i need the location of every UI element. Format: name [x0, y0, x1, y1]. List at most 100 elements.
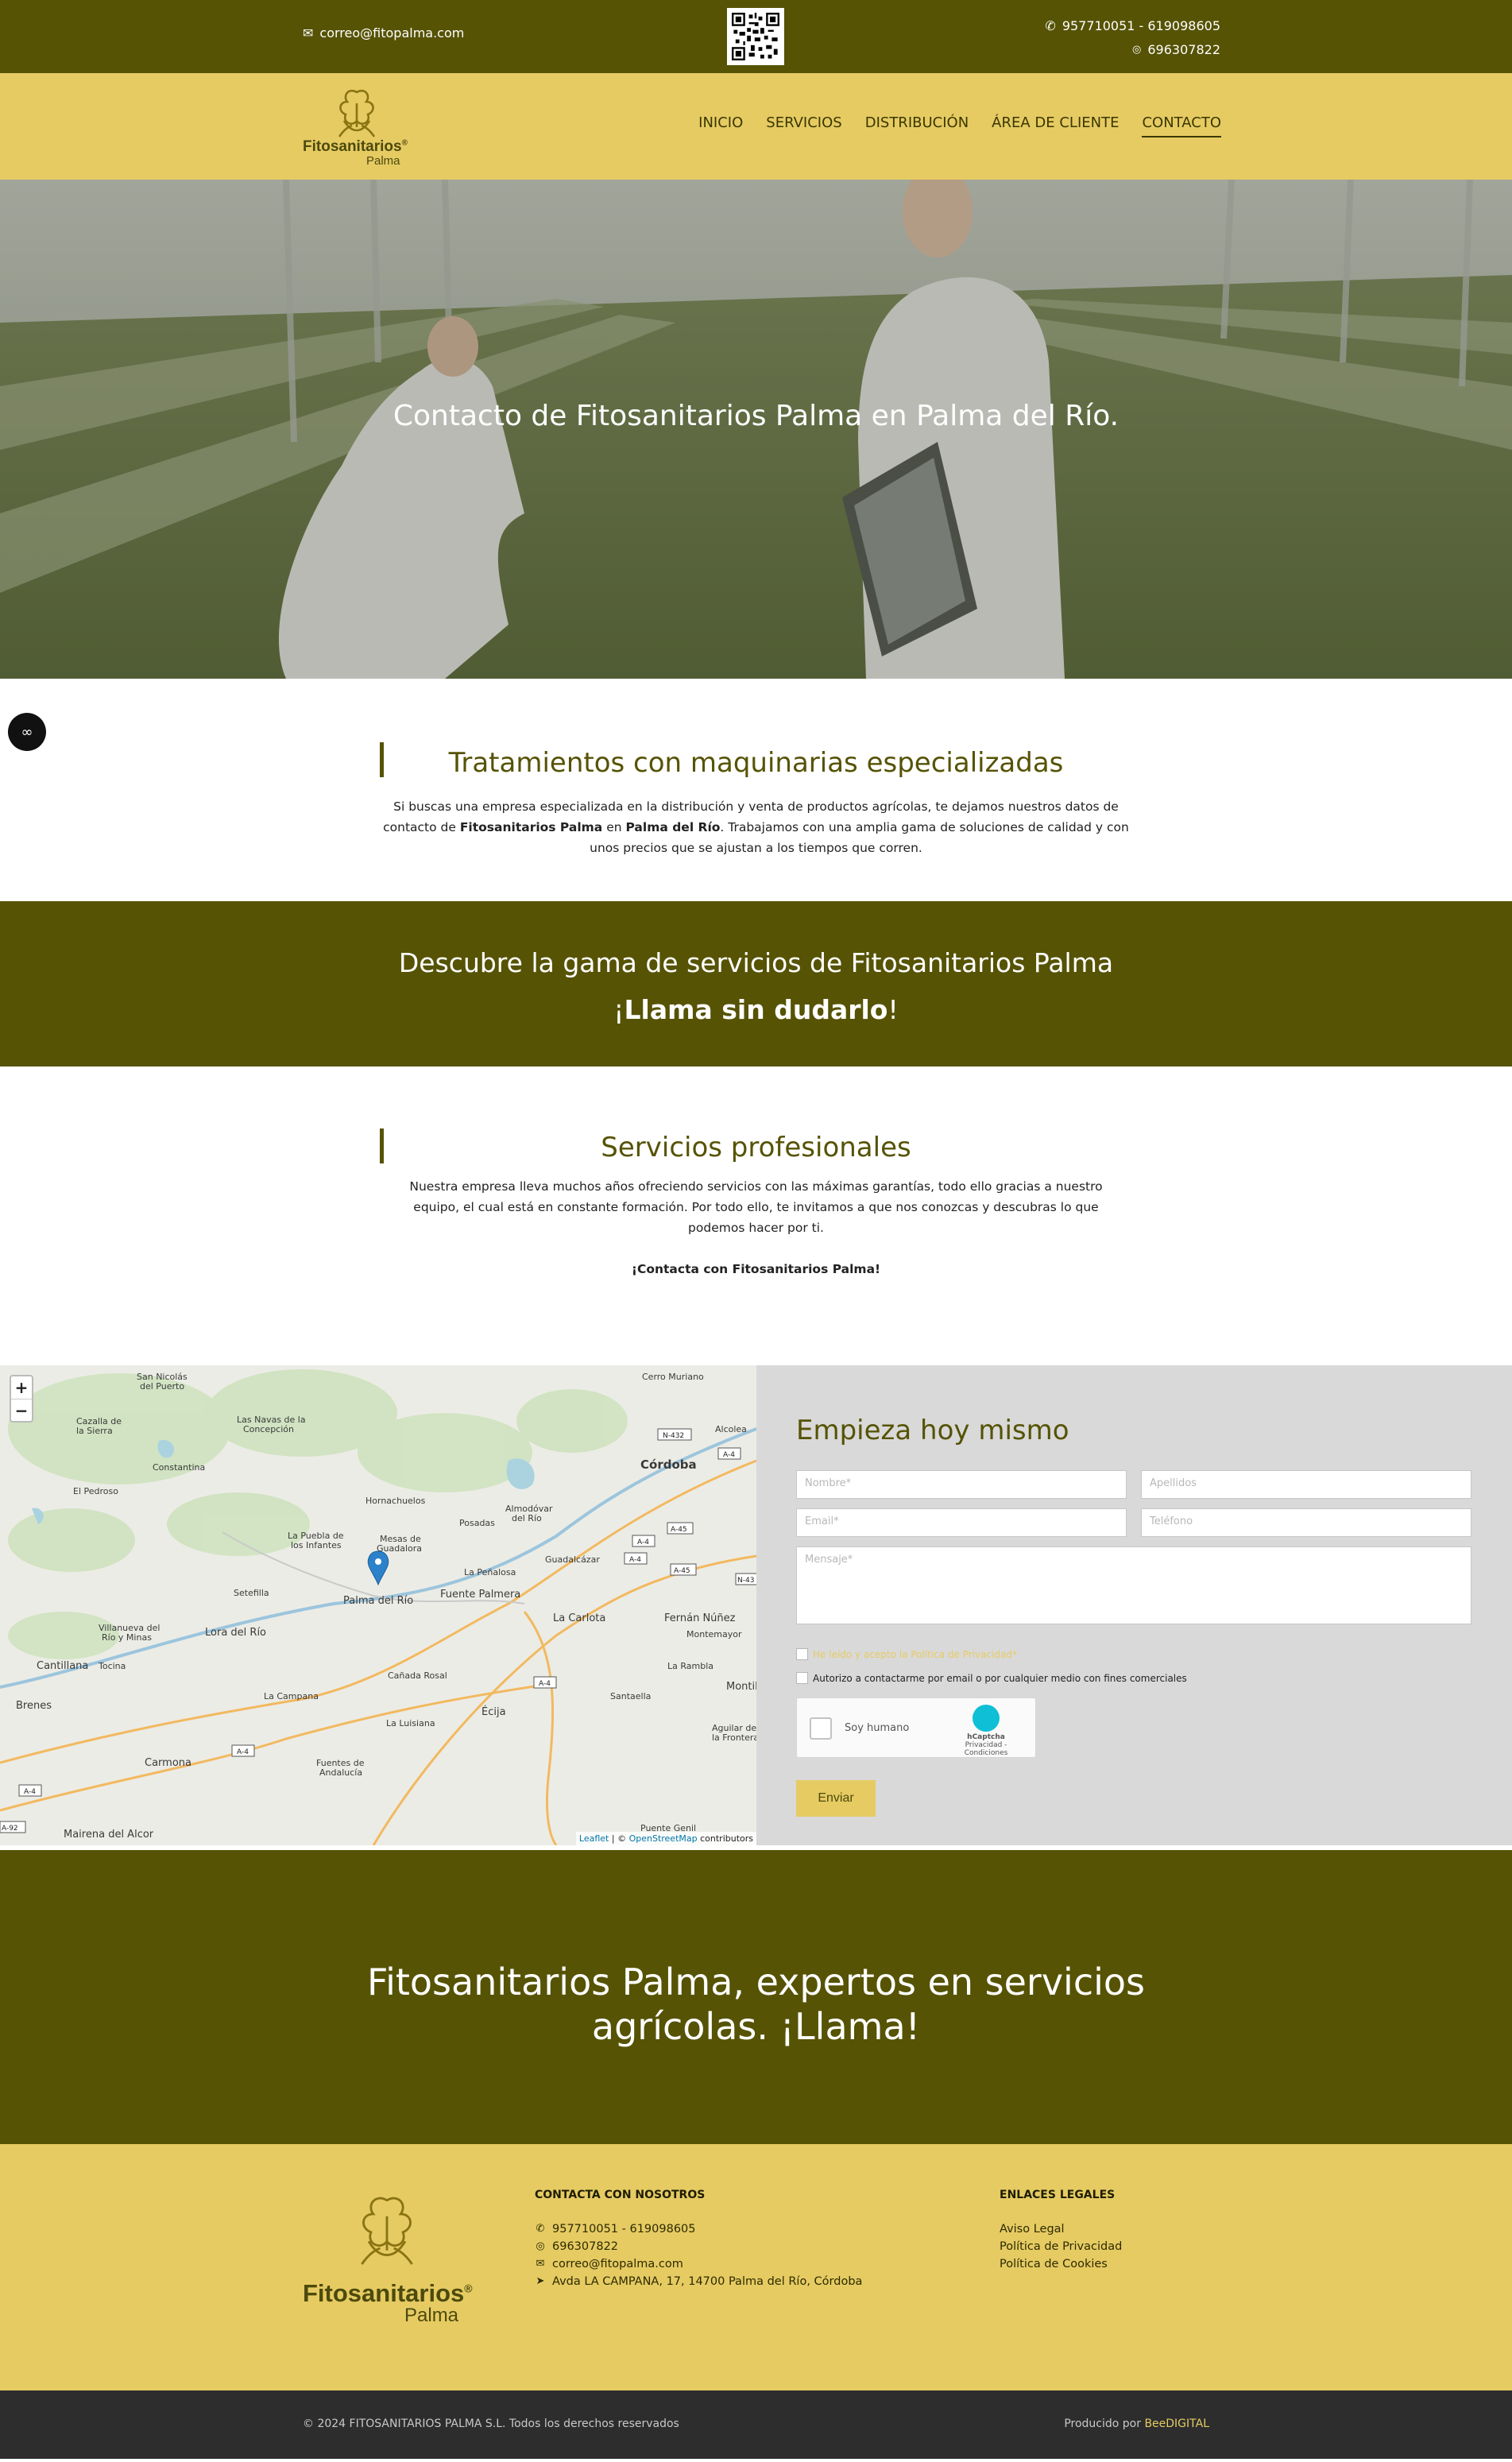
name-field[interactable]: Nombre* — [796, 1470, 1127, 1499]
cotton-logo-icon — [361, 2197, 413, 2265]
topbar-whatsapp-text: 696307822 — [1147, 42, 1220, 57]
nav-contacto[interactable]: CONTACTO — [1142, 114, 1221, 137]
legal-link-privacidad[interactable]: Política de Privacidad — [1000, 2238, 1122, 2255]
topbar-phones: ✆ 957710051 - 619098605 ◎ 696307822 — [1045, 14, 1220, 62]
services-paragraph: Nuestra empresa lleva muchos años ofreci… — [409, 1179, 1103, 1235]
captcha-widget[interactable]: Soy humano hCaptcha Privacidad - Condici… — [796, 1697, 1036, 1758]
services-cta: ¡Contacta con Fitosanitarios Palma! — [631, 1262, 881, 1276]
footer-contact: CONTACTA CON NOSOTROS ✆ 957710051 - 61909… — [535, 2189, 862, 2290]
privacy-label: He leído y acepto la Política de Privaci… — [813, 1648, 1017, 1660]
form-title: Empieza hoy mismo — [796, 1415, 1069, 1446]
zoom-out-button[interactable]: − — [11, 1399, 32, 1421]
marketing-checkbox[interactable] — [796, 1672, 808, 1684]
site-logo[interactable]: Fitosanitarios® Palma — [303, 86, 414, 168]
svg-text:Cantillana: Cantillana — [37, 1660, 88, 1672]
footer: Fitosanitarios® Palma CONTACTA CON NOSOT… — [0, 2144, 1512, 2390]
svg-text:Posadas: Posadas — [459, 1518, 495, 1528]
svg-text:Río y Minas: Río y Minas — [102, 1632, 152, 1643]
footer-address: ➤ Avda LA CAMPANA, 17, 14700 Palma del Rí… — [535, 2273, 863, 2290]
legal-link-cookies[interactable]: Política de Cookies — [1000, 2255, 1122, 2273]
marketing-checkbox-row[interactable]: Autorizo a contactarme por email o por c… — [796, 1672, 1187, 1684]
svg-text:Fernán Núñez: Fernán Núñez — [664, 1612, 736, 1624]
svg-text:La Rambla: La Rambla — [667, 1661, 713, 1671]
footer-legal: ENLACES LEGALES Aviso Legal Política de … — [1000, 2189, 1122, 2273]
whatsapp-icon: ◎ — [1132, 44, 1142, 56]
legal-link-aviso[interactable]: Aviso Legal — [1000, 2220, 1122, 2238]
services-heading: Servicios profesionales — [601, 1132, 911, 1163]
nav-servicios[interactable]: SERVICIOS — [766, 114, 841, 137]
svg-text:Constantina: Constantina — [153, 1462, 205, 1473]
intro-section: Tratamientos con maquinarias especializa… — [0, 679, 1512, 901]
nav-area-cliente[interactable]: ÁREA DE CLIENTE — [992, 114, 1119, 137]
svg-text:Córdoba: Córdoba — [640, 1457, 697, 1472]
svg-text:Palma del Río: Palma del Río — [343, 1595, 413, 1607]
qr-code-graphic — [732, 13, 779, 60]
surname-field[interactable]: Apellidos — [1141, 1470, 1471, 1499]
phone-field[interactable]: Teléfono — [1141, 1508, 1471, 1537]
heading-accent-bar — [380, 742, 384, 777]
phone-icon: ✆ — [1045, 18, 1056, 33]
claim-text: Fitosanitarios Palma, expertos en servic… — [366, 1961, 1146, 2048]
svg-text:El Pedroso: El Pedroso — [73, 1486, 118, 1496]
map-attribution: Leaflet | © OpenStreetMap contributors — [575, 1832, 756, 1845]
footer-logo[interactable]: Fitosanitarios® Palma — [303, 2184, 478, 2327]
copyright: © 2024 FITOSANITARIOS PALMA S.L. Todos l… — [303, 2417, 679, 2430]
nav-inicio[interactable]: INICIO — [698, 114, 743, 137]
phone-icon: ✆ — [536, 2223, 545, 2235]
svg-text:N-432: N-432 — [663, 1432, 684, 1440]
topbar-whatsapp[interactable]: ◎ 696307822 — [1045, 38, 1220, 62]
svg-text:Fuente Palmera: Fuente Palmera — [440, 1589, 520, 1601]
beedigital-link[interactable]: BeeDIGITAL — [1144, 2417, 1209, 2430]
svg-text:la Frontera: la Frontera — [712, 1732, 756, 1743]
floating-link-button[interactable]: ∞ — [8, 713, 46, 751]
svg-text:A-92: A-92 — [2, 1825, 18, 1833]
svg-text:Écija: Écija — [481, 1705, 506, 1718]
topbar-email[interactable]: ✉ correo@fitopalma.com — [303, 25, 464, 41]
footer-email[interactable]: ✉ correo@fitopalma.com — [535, 2255, 862, 2273]
main-menu: INICIO SERVICIOS DISTRIBUCIÓN ÁREA DE CL… — [698, 114, 1221, 137]
svg-text:la Sierra: la Sierra — [76, 1426, 113, 1436]
svg-text:Lora del Río: Lora del Río — [205, 1627, 266, 1639]
leaflet-link[interactable]: Leaflet — [579, 1833, 609, 1844]
svg-text:Montemayor: Montemayor — [686, 1629, 742, 1639]
nav-distribucion[interactable]: DISTRIBUCIÓN — [865, 114, 969, 137]
map-tiles: San Nicolásdel Puerto Cazalla dela Sierr… — [0, 1365, 756, 1845]
location-map[interactable]: San Nicolás del Puerto Cazalla de la Sierr… — [0, 1365, 756, 1845]
svg-text:La Carlota: La Carlota — [553, 1612, 605, 1624]
svg-text:Setefilla: Setefilla — [234, 1588, 269, 1598]
footer-logo-brand: Fitosanitarios® — [303, 2279, 473, 2307]
footer-phone[interactable]: ✆ 957710051 - 619098605 — [535, 2220, 862, 2238]
captcha-checkbox[interactable] — [810, 1717, 832, 1740]
footer-whatsapp[interactable]: ◎ 696307822 — [535, 2238, 862, 2255]
svg-text:A-4: A-4 — [539, 1680, 551, 1688]
topbar-email-text: correo@fitopalma.com — [319, 25, 465, 41]
svg-text:del Puerto: del Puerto — [140, 1381, 184, 1392]
services-section: Servicios profesionales Nuestra empresa … — [0, 1066, 1512, 1365]
page: ✉ correo@fitopalma.com ✆ 957710051 - 619… — [0, 0, 1512, 2459]
svg-text:Brenes: Brenes — [16, 1700, 52, 1712]
svg-text:La Peñalosa: La Peñalosa — [464, 1567, 516, 1577]
privacy-checkbox-row[interactable]: He leído y acepto la Política de Privaci… — [796, 1648, 1017, 1660]
intro-heading: Tratamientos con maquinarias especializa… — [448, 747, 1064, 779]
submit-button[interactable]: Enviar — [796, 1780, 876, 1817]
top-bar: ✉ correo@fitopalma.com ✆ 957710051 - 619… — [0, 0, 1512, 73]
footer-logo-sub: Palma — [404, 2305, 459, 2326]
zoom-in-button[interactable]: + — [11, 1376, 32, 1399]
topbar-phone[interactable]: ✆ 957710051 - 619098605 — [1045, 14, 1220, 38]
band-line-2: ¡Llama sin dudarlo! — [613, 994, 899, 1025]
message-field[interactable]: Mensaje* — [796, 1546, 1471, 1624]
svg-text:Cerro Muriano: Cerro Muriano — [642, 1372, 704, 1382]
svg-text:A-4: A-4 — [237, 1748, 249, 1756]
osm-link[interactable]: OpenStreetMap — [629, 1833, 698, 1844]
svg-text:Hornachuelos: Hornachuelos — [365, 1496, 426, 1506]
main-header: Fitosanitarios® Palma INICIO SERVICIOS D… — [0, 73, 1512, 180]
svg-text:A-45: A-45 — [671, 1526, 687, 1534]
hero-banner: Contacto de Fitosanitarios Palma en Palm… — [0, 180, 1512, 679]
email-field[interactable]: Email* — [796, 1508, 1127, 1537]
svg-text:A-4: A-4 — [723, 1451, 735, 1459]
captcha-label: Soy humano — [845, 1722, 910, 1734]
svg-text:A-45: A-45 — [674, 1567, 690, 1575]
band-line-1: Descubre la gama de servicios de Fitosan… — [398, 947, 1114, 978]
privacy-checkbox[interactable] — [796, 1648, 808, 1660]
svg-text:Concepción: Concepción — [243, 1424, 294, 1434]
